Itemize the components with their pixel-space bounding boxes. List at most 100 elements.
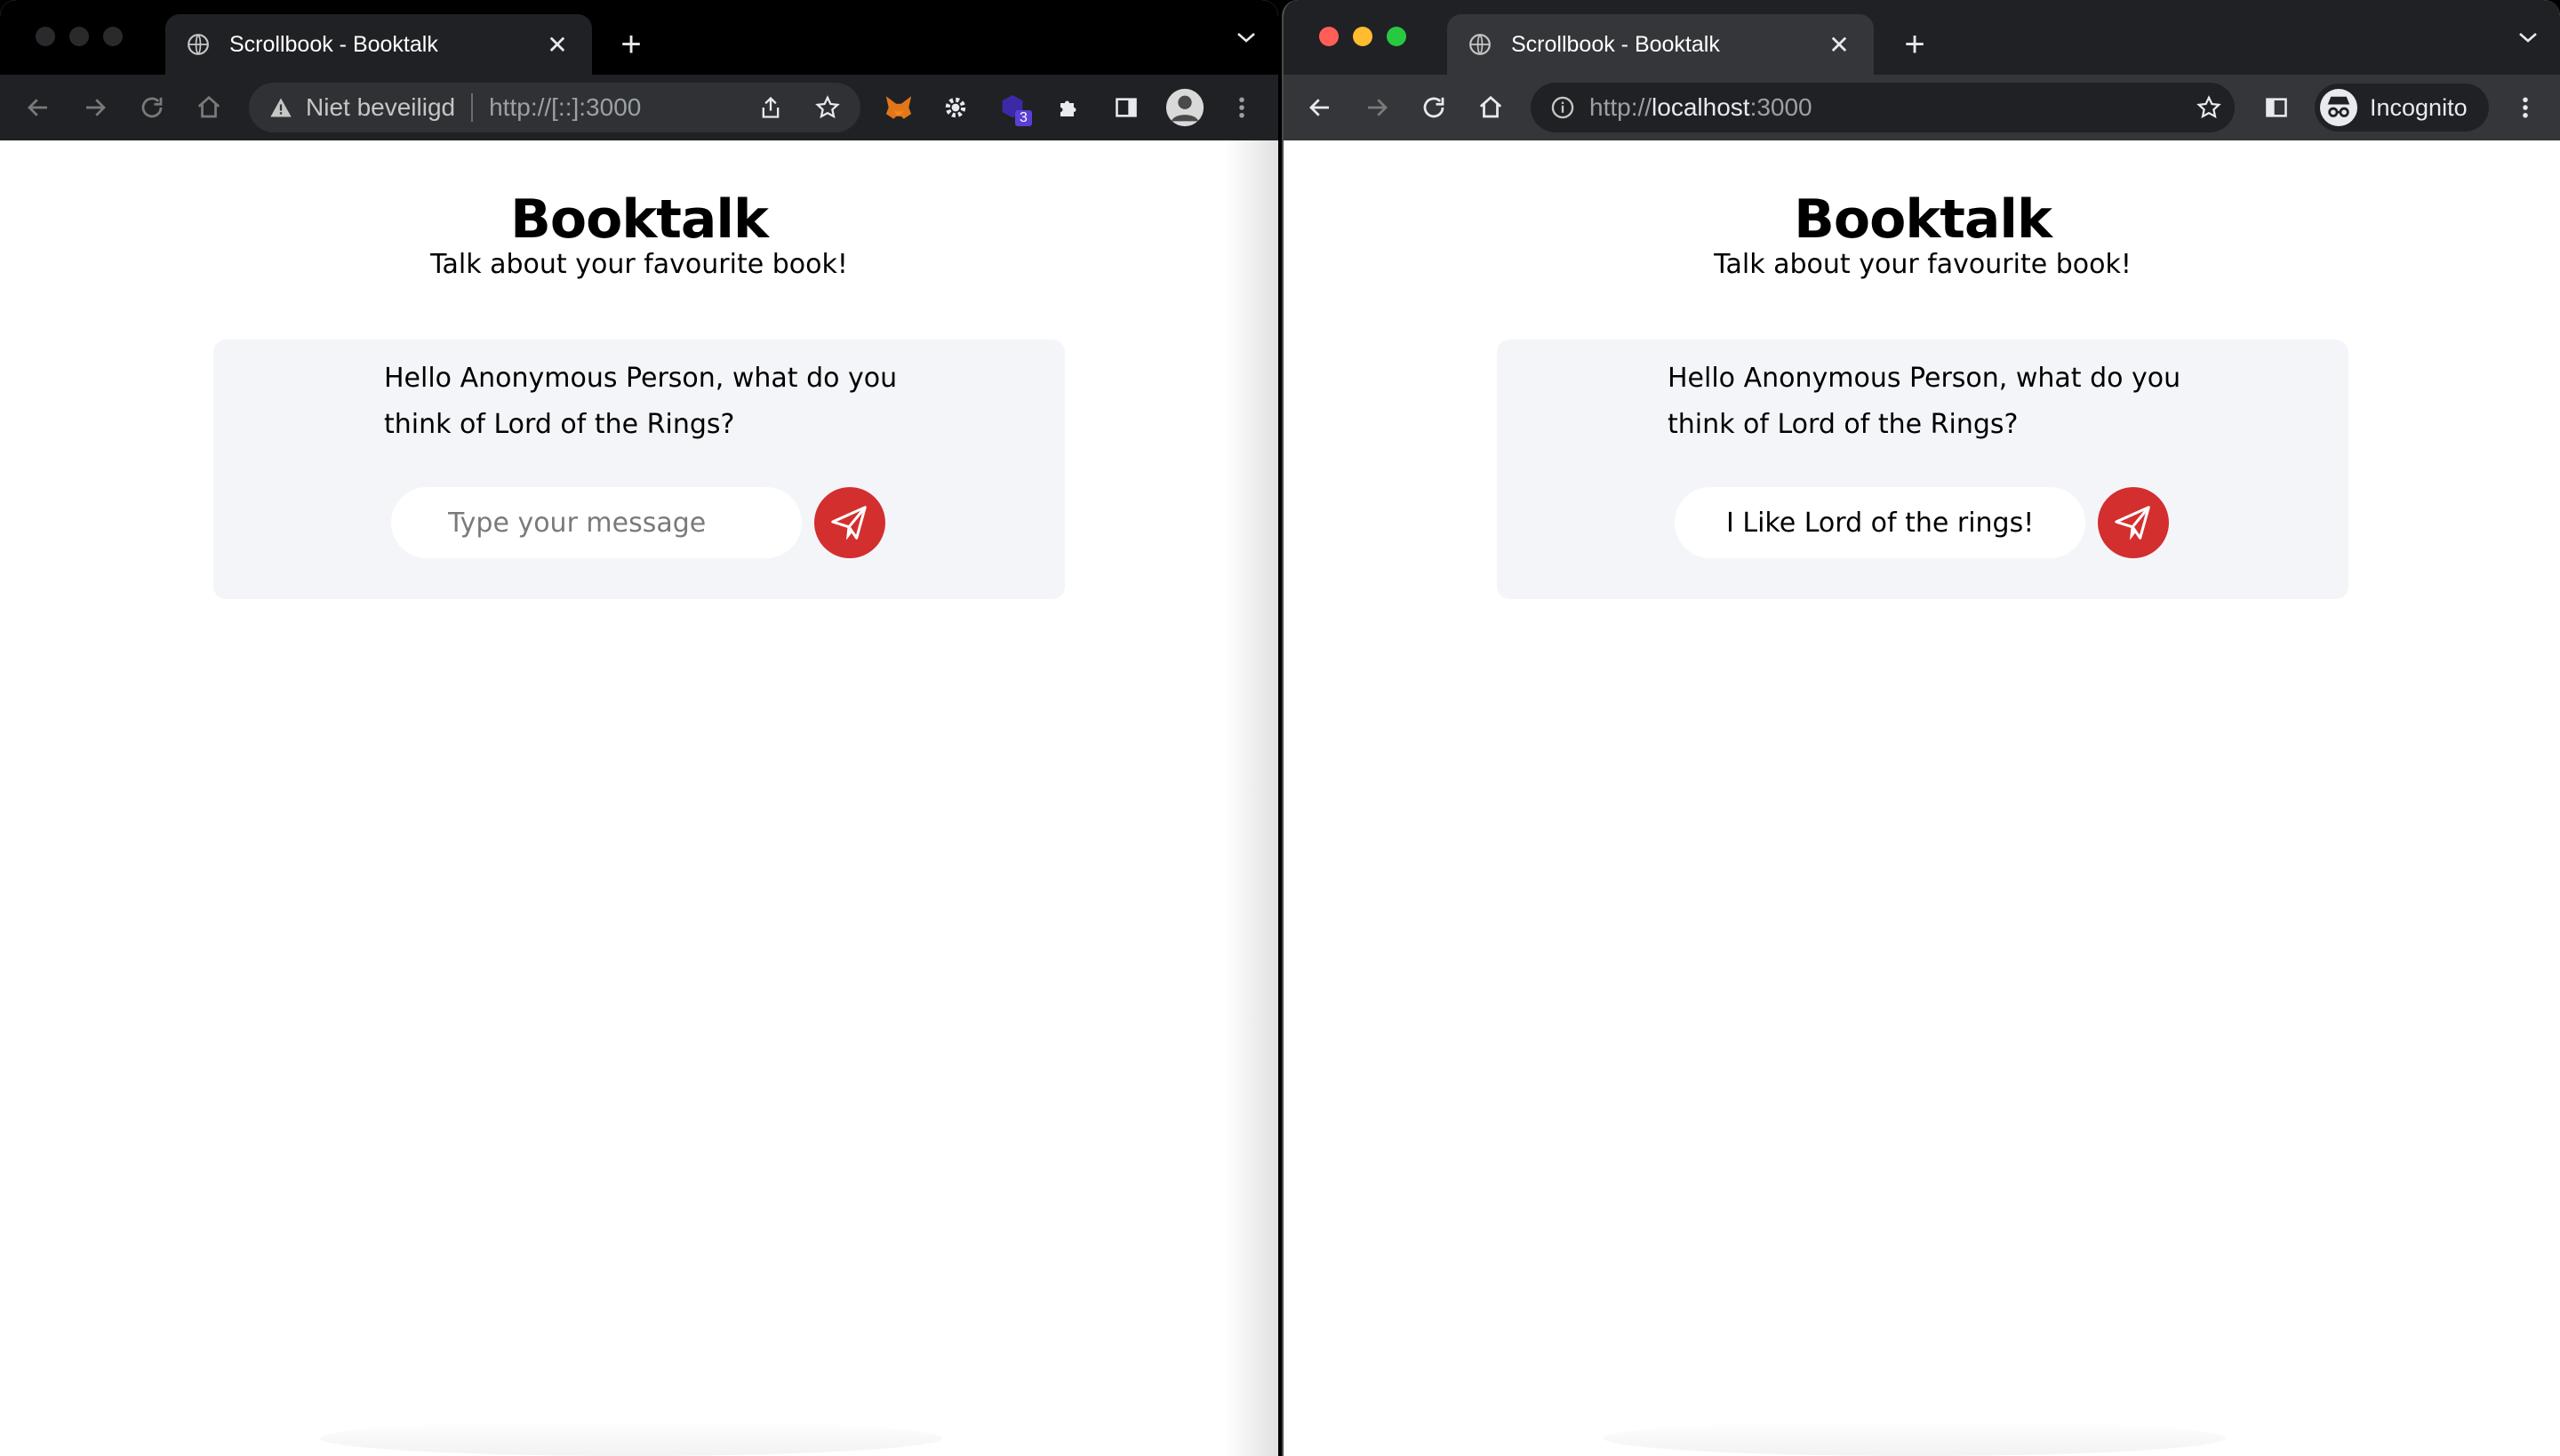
zoom-window-button[interactable] (103, 27, 123, 46)
globe-icon (188, 34, 209, 55)
security-label: Niet beveiligd (306, 93, 456, 121)
minimize-window-button[interactable] (1353, 27, 1372, 46)
chevron-down-icon[interactable] (1236, 30, 1257, 44)
tab-booktalk[interactable]: Scrollbook - Booktalk ✕ (165, 14, 592, 75)
incognito-icon (2320, 89, 2357, 126)
paper-plane-icon (2115, 506, 2150, 540)
zoom-window-button[interactable] (1387, 27, 1406, 46)
purple-extension-button[interactable]: 3 (996, 91, 1032, 126)
extension-badge: 3 (1015, 110, 1032, 126)
left-browser-window: Scrollbook - Booktalk ✕ + Niet beveiligd… (0, 0, 1278, 1456)
window-controls (1319, 27, 1406, 46)
page-content: Booktalk Talk about your favourite book!… (1284, 140, 2560, 1456)
tab-title: Scrollbook - Booktalk (1511, 31, 1720, 57)
star-icon (2196, 95, 2221, 119)
incognito-indicator[interactable]: Incognito (2315, 84, 2489, 132)
url-port: :3000 (579, 93, 642, 121)
page-subtitle: Talk about your favourite book! (1714, 249, 2132, 280)
globe-icon (1469, 34, 1491, 55)
profile-avatar[interactable] (1164, 87, 1205, 128)
home-button[interactable] (192, 91, 226, 124)
page-shadow (320, 1420, 942, 1456)
side-panel-icon (2266, 98, 2287, 117)
chat-card: Hello Anonymous Person, what do you thin… (1497, 340, 2348, 599)
forward-button[interactable] (1360, 91, 1394, 124)
minimize-window-button[interactable] (69, 27, 89, 46)
arrow-left-icon (1309, 99, 1329, 116)
page-title: Booktalk (1794, 188, 2052, 251)
metamask-extension-button[interactable] (882, 91, 916, 124)
reload-button[interactable] (1417, 91, 1451, 124)
side-panel-button[interactable] (2260, 91, 2293, 124)
paper-plane-icon (831, 506, 867, 540)
back-button[interactable] (1303, 91, 1337, 124)
page-title: Booktalk (510, 188, 769, 251)
close-window-button[interactable] (36, 27, 55, 46)
bookmark-button[interactable] (811, 91, 844, 124)
share-button[interactable] (754, 91, 788, 124)
reload-button[interactable] (135, 91, 169, 124)
omnibox-divider (471, 93, 474, 122)
new-tab-button[interactable]: + (613, 20, 649, 69)
home-icon (1479, 95, 1502, 118)
page-subtitle: Talk about your favourite book! (430, 249, 848, 280)
tab-booktalk[interactable]: Scrollbook - Booktalk ✕ (1447, 14, 1874, 75)
close-tab-icon[interactable]: ✕ (1826, 30, 1852, 60)
tab-title: Scrollbook - Booktalk (229, 31, 438, 57)
puzzle-icon (1060, 100, 1076, 116)
chat-question: Hello Anonymous Person, what do you thin… (1668, 363, 2181, 440)
close-tab-icon[interactable]: ✕ (544, 30, 571, 60)
chevron-down-icon[interactable] (2517, 30, 2539, 44)
kebab-menu-icon (1239, 97, 1244, 118)
side-panel-button[interactable] (1109, 91, 1143, 124)
toolbar: http://localhost:3000 Incognito (1284, 75, 2560, 140)
bookmark-button[interactable] (2192, 91, 2226, 124)
arrow-right-icon (86, 99, 106, 116)
extensions-button[interactable] (1052, 91, 1086, 124)
send-button[interactable] (2098, 487, 2169, 558)
settings-extension-button[interactable] (939, 91, 972, 124)
tab-strip: Scrollbook - Booktalk ✕ + (1284, 0, 2560, 75)
message-input[interactable] (1675, 487, 2085, 558)
star-icon (815, 95, 840, 119)
menu-button[interactable] (2508, 91, 2542, 124)
window-edge-shadow (1225, 140, 1278, 1456)
reload-icon (1423, 97, 1444, 118)
share-icon (762, 96, 780, 118)
chat-question: Hello Anonymous Person, what do you thin… (384, 363, 898, 440)
avatar-icon (1165, 88, 1204, 127)
kebab-menu-icon (2523, 97, 2528, 118)
url-host: http://[::] (489, 93, 580, 121)
reload-icon (141, 97, 163, 118)
close-window-button[interactable] (1319, 27, 1339, 46)
home-button[interactable] (1474, 91, 1508, 124)
side-panel-icon (1116, 98, 1137, 117)
page-shadow (1604, 1420, 2226, 1456)
incognito-label: Incognito (2370, 93, 2468, 121)
fox-icon (885, 96, 912, 119)
url-scheme: http:// (1589, 93, 1652, 121)
page-content: Booktalk Talk about your favourite book!… (0, 140, 1278, 1456)
send-button[interactable] (814, 487, 885, 558)
window-controls (36, 27, 123, 46)
forward-button[interactable] (78, 91, 112, 124)
tab-strip: Scrollbook - Booktalk ✕ + (0, 0, 1278, 75)
info-icon (1551, 96, 1574, 119)
arrow-left-icon (28, 99, 47, 116)
url-port: :3000 (1749, 93, 1812, 121)
menu-button[interactable] (1225, 91, 1259, 124)
warning-icon (270, 98, 292, 117)
new-tab-button[interactable]: + (1897, 20, 1932, 69)
chat-card: Hello Anonymous Person, what do you thin… (213, 340, 1065, 599)
url-text: http://localhost:3000 (1589, 93, 1812, 122)
home-icon (197, 95, 220, 118)
address-bar[interactable]: http://localhost:3000 (1531, 83, 2235, 132)
arrow-right-icon (1368, 99, 1388, 116)
toolbar: Niet beveiligd http://[::]:3000 3 (0, 75, 1278, 140)
url-text: http://[::]:3000 (489, 93, 641, 122)
right-browser-window-incognito: Scrollbook - Booktalk ✕ + http://localho… (1282, 0, 2560, 1456)
back-button[interactable] (21, 91, 55, 124)
url-host: localhost (1652, 93, 1750, 121)
gear-icon (945, 97, 966, 118)
message-input[interactable] (391, 487, 802, 558)
